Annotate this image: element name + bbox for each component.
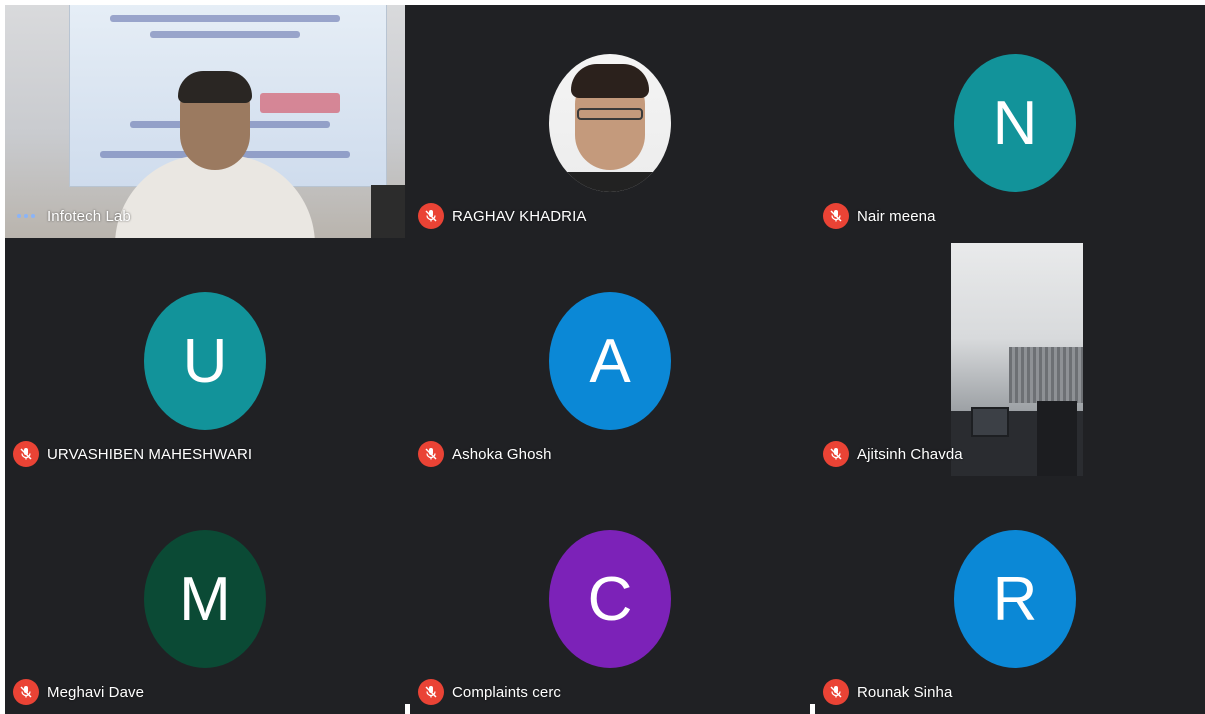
participant-label: Infotech Lab	[13, 203, 131, 229]
participant-label: Ashoka Ghosh	[418, 441, 552, 467]
avatar-initial: M	[144, 530, 266, 668]
participant-label: Rounak Sinha	[823, 679, 952, 705]
avatar-initial: C	[549, 530, 671, 668]
participant-label: Ajitsinh Chavda	[823, 441, 963, 467]
participant-tile-meghavi-dave[interactable]: M Meghavi Dave	[5, 481, 405, 714]
participant-label: Complaints cerc	[418, 679, 561, 705]
participant-label: URVASHIBEN MAHESHWARI	[13, 441, 252, 467]
camera-feed	[951, 243, 1083, 476]
participant-tile-ashoka-ghosh[interactable]: A Ashoka Ghosh	[410, 243, 810, 476]
mic-off-icon	[13, 679, 39, 705]
chair	[371, 185, 405, 238]
participant-name: Rounak Sinha	[857, 683, 953, 701]
avatar-initial: N	[954, 54, 1076, 192]
meeting-grid: Infotech Lab RAGHAV KHADRIA N Nair meena	[5, 5, 1205, 714]
mic-off-icon	[823, 203, 849, 229]
mic-off-icon	[418, 679, 444, 705]
participant-tile-raghav-khadria[interactable]: RAGHAV KHADRIA	[410, 5, 810, 238]
mic-off-icon	[13, 441, 39, 467]
more-dots-icon	[13, 203, 39, 229]
participant-tile-infotech-lab[interactable]: Infotech Lab	[5, 5, 405, 238]
participant-name: Complaints cerc	[452, 683, 562, 701]
participant-tile-ajitsinh-chavda[interactable]: Ajitsinh Chavda	[815, 243, 1205, 476]
participant-tile-nair-meena[interactable]: N Nair meena	[815, 5, 1205, 238]
presenter-hair	[178, 71, 252, 103]
participant-label: RAGHAV KHADRIA	[418, 203, 586, 229]
avatar-initial: R	[954, 530, 1076, 668]
mic-off-icon	[418, 203, 444, 229]
participant-name: Infotech Lab	[47, 207, 131, 225]
participant-name: Ajitsinh Chavda	[857, 445, 963, 463]
participant-label: Nair meena	[823, 203, 936, 229]
participant-tile-complaints-cerc[interactable]: C Complaints cerc	[410, 481, 810, 714]
participant-name: RAGHAV KHADRIA	[452, 207, 587, 225]
participant-name: URVASHIBEN MAHESHWARI	[47, 445, 253, 463]
participant-name: Meghavi Dave	[47, 683, 145, 701]
avatar-initial: U	[144, 292, 266, 430]
participant-name: Nair meena	[857, 207, 936, 225]
mic-off-icon	[823, 441, 849, 467]
avatar-photo	[549, 54, 671, 192]
participant-name: Ashoka Ghosh	[452, 445, 552, 463]
mic-off-icon	[823, 679, 849, 705]
participant-tile-rounak-sinha[interactable]: R Rounak Sinha	[815, 481, 1205, 714]
mic-off-icon	[418, 441, 444, 467]
participant-tile-urvashiben-maheshwari[interactable]: U URVASHIBEN MAHESHWARI	[5, 243, 405, 476]
avatar-initial: A	[549, 292, 671, 430]
participant-label: Meghavi Dave	[13, 679, 144, 705]
